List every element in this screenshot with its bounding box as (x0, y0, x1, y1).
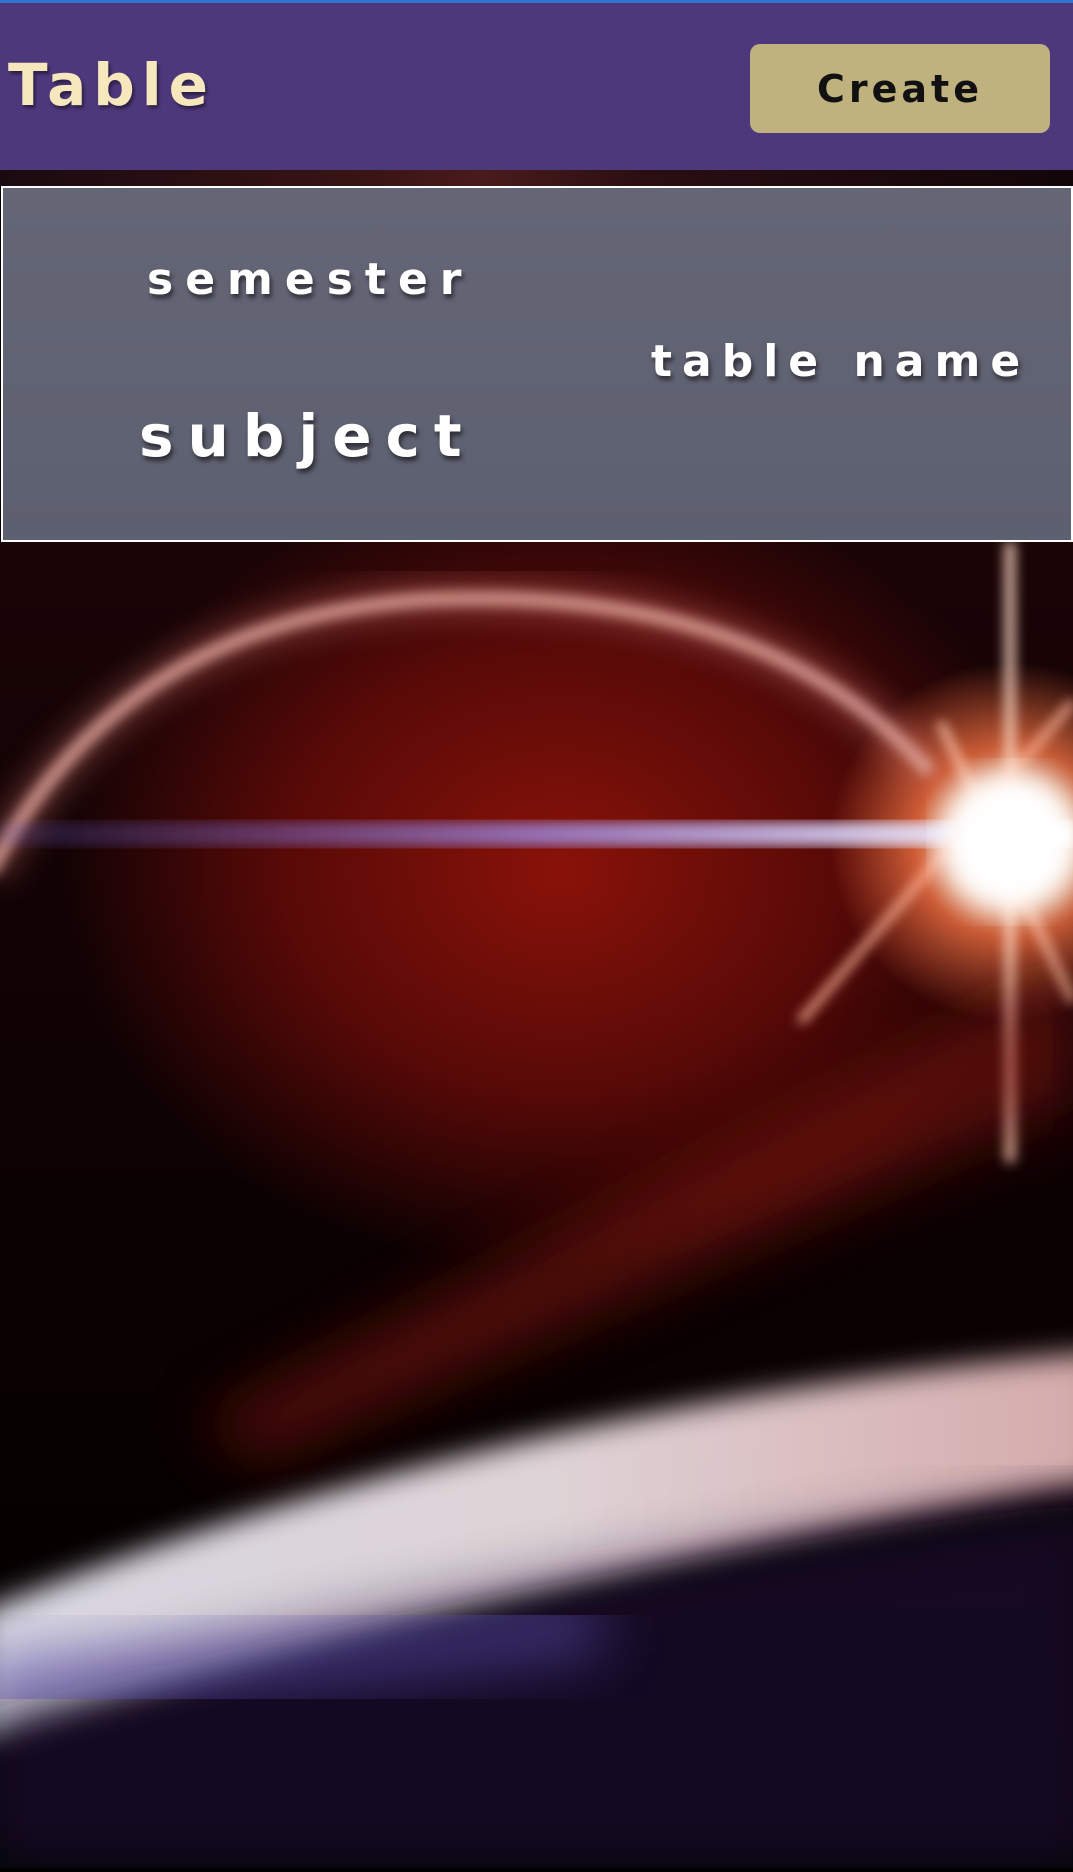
semester-field[interactable]: semester (147, 254, 473, 305)
page-title: Table (8, 51, 215, 119)
sun-core (940, 772, 1073, 912)
light-beam (0, 822, 1073, 846)
planet-flare-illustration (0, 542, 1073, 1868)
table-name-field[interactable]: table name (651, 336, 1030, 387)
subject-field[interactable]: subject (139, 402, 476, 470)
table-form-panel: semester table name subject (1, 186, 1073, 542)
background-image (0, 542, 1073, 1868)
background-strip (0, 170, 1073, 186)
app-header: Table Create (0, 3, 1073, 170)
create-button[interactable]: Create (750, 44, 1050, 133)
